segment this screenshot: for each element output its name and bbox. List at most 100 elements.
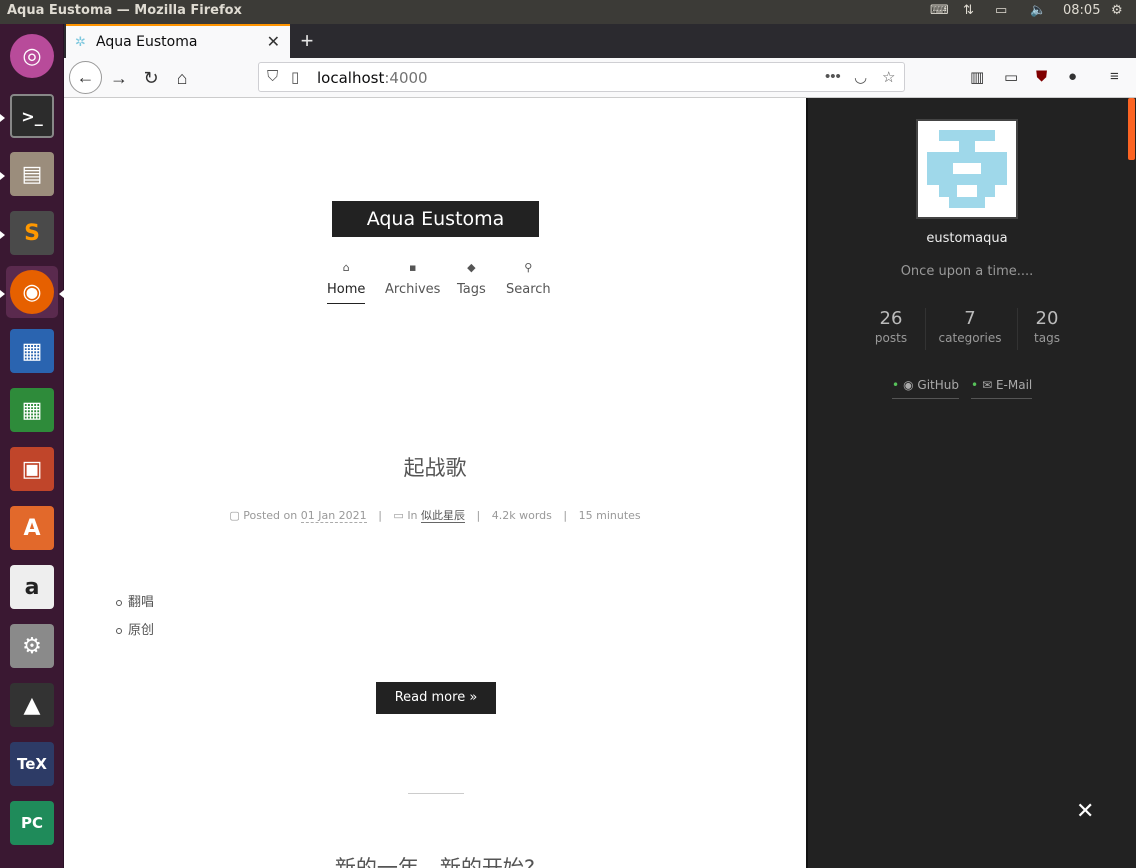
launcher-terminal[interactable]: >_ xyxy=(6,90,58,142)
reload-icon[interactable]: ↻ xyxy=(137,64,165,92)
system-settings-icon: ⚙ xyxy=(10,624,54,668)
sidebar: eustomaqua Once upon a time.... 26 posts… xyxy=(806,98,1126,868)
stat-count: 7 xyxy=(964,308,976,329)
archive-icon: ▪ xyxy=(408,261,417,274)
tab-close-icon[interactable]: ✕ xyxy=(267,32,280,52)
sublime-text-icon: S xyxy=(10,211,54,255)
list-item-text: 翻唱 xyxy=(128,595,155,610)
stat-categories[interactable]: 7 categories xyxy=(932,308,1008,345)
power-gear-icon[interactable]: ⚙ xyxy=(1111,3,1123,18)
menu-item-archives[interactable]: ▪ Archives xyxy=(385,261,440,297)
bookmark-star-icon[interactable]: ☆ xyxy=(882,68,895,86)
read-more-button[interactable]: Read more » xyxy=(376,682,496,714)
back-arrow-icon[interactable]: ← xyxy=(69,61,102,94)
ublock-icon[interactable]: ⛊ xyxy=(1036,68,1047,85)
next-post-title[interactable]: 新的一年，新的开始? xyxy=(64,852,806,868)
url-text[interactable]: localhost:4000 xyxy=(317,69,428,87)
launcher-software[interactable]: A xyxy=(6,502,58,554)
library-icon[interactable]: ▥ xyxy=(970,68,984,86)
firefox-icon: ◉ xyxy=(10,270,54,314)
list-item: 翻唱 xyxy=(116,591,154,610)
bullet xyxy=(116,627,122,634)
tab-title: Aqua Eustoma xyxy=(96,34,198,50)
network-icon[interactable]: ⇅ xyxy=(963,3,974,18)
page-actions-icon[interactable]: ••• xyxy=(825,68,841,85)
pycharm-icon: PC xyxy=(10,801,54,845)
menu-item-search[interactable]: ⚲ Search xyxy=(506,261,551,297)
new-tab-button[interactable]: + xyxy=(296,28,318,54)
launcher-texmaker[interactable]: TeX xyxy=(6,738,58,790)
envelope-icon: ✉ xyxy=(982,378,993,392)
post-meta: ▢ Posted on 01 Jan 2021 | ▭ In 似此星辰 | 4.… xyxy=(64,507,806,523)
scrollbar-track[interactable] xyxy=(1126,98,1136,868)
launcher-firefox[interactable]: ◉ xyxy=(6,266,58,318)
navigation-toolbar: ← → ↻ ⌂ ⛉ ▯ localhost:4000 ••• ◡ ☆ ▥ ▭ ⛊… xyxy=(64,58,1136,98)
running-indicator xyxy=(0,114,5,122)
launcher-writer[interactable]: ▦ xyxy=(6,325,58,377)
sidebar-close-icon[interactable]: ✕ xyxy=(1076,798,1094,824)
launcher-sublime[interactable]: S xyxy=(6,207,58,259)
forward-arrow-icon[interactable]: → xyxy=(105,64,133,92)
post-title[interactable]: 起战歌 xyxy=(64,452,806,482)
hamburger-menu-icon[interactable]: ≡ xyxy=(1110,68,1119,85)
stat-divider xyxy=(925,308,926,350)
launcher-files[interactable]: ▤ xyxy=(6,148,58,200)
tags-icon: ◆ xyxy=(467,261,476,274)
launcher-calc[interactable]: ▦ xyxy=(6,384,58,436)
url-port: :4000 xyxy=(384,69,428,87)
battery-icon[interactable]: ▭ xyxy=(995,3,1007,18)
email-link[interactable]: • ✉ E-Mail xyxy=(971,378,1033,399)
page-info-icon[interactable]: ▯ xyxy=(291,68,299,86)
meta-separator: | xyxy=(476,509,481,522)
author-name: eustomaqua xyxy=(926,231,1008,246)
stat-posts[interactable]: 26 posts xyxy=(864,308,918,345)
home-icon[interactable]: ⌂ xyxy=(168,64,196,92)
meta-separator: | xyxy=(563,509,568,522)
search-icon: ⚲ xyxy=(524,261,533,274)
launcher-inkscape[interactable]: ▲ xyxy=(6,679,58,731)
volume-icon[interactable]: 🔈 xyxy=(1030,3,1046,18)
running-indicator xyxy=(0,290,5,298)
stat-label: tags xyxy=(1034,331,1060,345)
post-date: 01 Jan 2021 xyxy=(300,509,367,523)
keyboard-icon[interactable]: ⌨ xyxy=(930,3,949,18)
tex-icon: TeX xyxy=(10,742,54,786)
calc-spreadsheet-icon: ▦ xyxy=(10,388,54,432)
launcher-amazon[interactable]: a xyxy=(6,561,58,613)
launcher-settings[interactable]: ⚙ xyxy=(6,620,58,672)
system-top-bar: Aqua Eustoma — Mozilla Firefox ⌨ ⇅ ▭ 🔈 0… xyxy=(0,0,1136,24)
ubuntu-logo-icon: ◎ xyxy=(10,34,54,78)
account-icon[interactable]: ● xyxy=(1068,68,1077,85)
post-category-link[interactable]: 似此星辰 xyxy=(421,509,466,523)
amazon-icon: a xyxy=(10,565,54,609)
running-indicator xyxy=(0,231,5,239)
site-brand[interactable]: Aqua Eustoma xyxy=(332,201,539,237)
stat-tags[interactable]: 20 tags xyxy=(1026,308,1068,345)
github-icon: ◉ xyxy=(903,378,914,392)
stat-divider xyxy=(1017,308,1018,350)
scrollbar-thumb[interactable] xyxy=(1128,98,1135,160)
link-bullet: • xyxy=(892,378,900,392)
url-bar[interactable]: ⛉ ▯ localhost:4000 ••• ◡ ☆ xyxy=(258,62,905,92)
github-link[interactable]: • ◉ GitHub xyxy=(892,378,959,399)
launcher-pycharm[interactable]: PC xyxy=(6,797,58,849)
in-label: In xyxy=(407,509,418,522)
meta-separator: | xyxy=(378,509,382,522)
stat-count: 26 xyxy=(879,308,903,329)
impress-presentation-icon: ▣ xyxy=(10,447,54,491)
shield-icon[interactable]: ⛉ xyxy=(267,68,278,85)
menu-item-home[interactable]: ⌂ Home xyxy=(327,261,366,304)
launcher-ubuntu[interactable]: ◎ xyxy=(6,30,58,82)
calendar-icon: ▢ xyxy=(229,509,240,522)
sidebar-toggle-icon[interactable]: ▭ xyxy=(1004,68,1018,86)
posted-on-label: Posted on xyxy=(243,509,298,522)
clock[interactable]: 08:05 xyxy=(1063,3,1100,18)
menu-item-tags[interactable]: ◆ Tags xyxy=(457,261,486,297)
folder-icon: ▭ xyxy=(393,509,404,522)
site-description: Once upon a time.... xyxy=(900,264,1034,279)
terminal-icon: >_ xyxy=(10,94,54,138)
pocket-icon[interactable]: ◡ xyxy=(854,68,867,86)
launcher-impress[interactable]: ▣ xyxy=(6,443,58,495)
tab-aqua-eustoma[interactable]: ✲ Aqua Eustoma ✕ xyxy=(66,24,290,58)
stat-count: 20 xyxy=(1035,308,1059,329)
